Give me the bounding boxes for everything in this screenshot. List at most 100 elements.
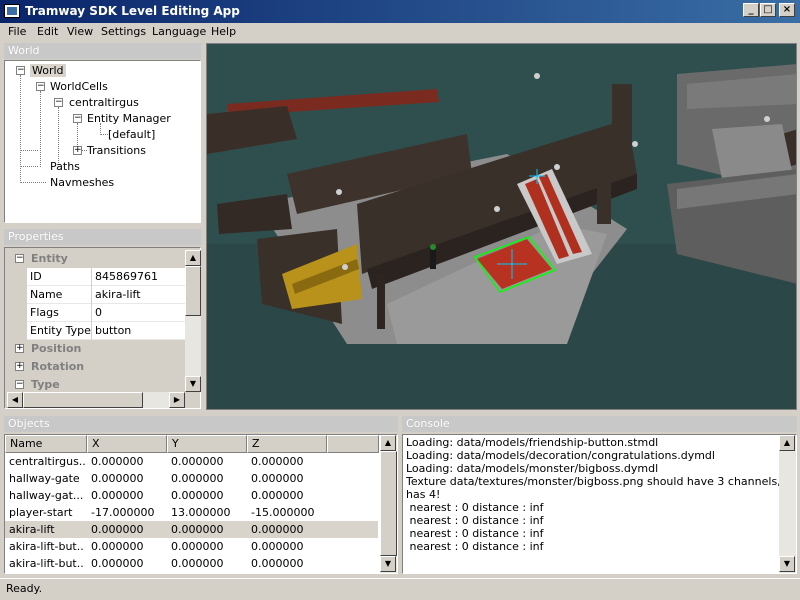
menu-settings[interactable]: Settings [101,25,146,38]
scroll-up-icon[interactable]: ▲ [185,250,201,266]
scroll-up-icon[interactable]: ▲ [380,435,396,451]
menu-help[interactable]: Help [211,25,236,38]
scroll-down-icon[interactable]: ▼ [185,376,201,392]
table-row[interactable]: akira-lift-but... 0.000000 0.000000 0.00000… [5,538,378,555]
menu-view[interactable]: View [67,25,93,38]
col-header-y[interactable]: Y [167,435,247,453]
world-tree[interactable]: − World − WorldCells − centraltirgus − E… [4,60,201,223]
tree-node-worldcells[interactable]: WorldCells [50,80,108,93]
console-panel-title: Console [402,416,797,432]
entity-manager-collapse-icon[interactable]: − [73,114,82,123]
transitions-expand-icon[interactable]: + [73,146,82,155]
prop-group-rotation[interactable]: + Rotation [13,358,189,376]
type-collapse-icon[interactable]: − [15,380,24,389]
maximize-icon: □ [763,4,773,15]
menu-bar: File Edit View Settings Language Help [0,23,800,41]
table-cell: 0.000000 [251,523,304,536]
console-output[interactable]: Loading: data/models/friendship-button.s… [402,434,797,574]
status-bar: Ready. [0,578,800,600]
worldcells-collapse-icon[interactable]: − [36,82,45,91]
close-button[interactable]: × [779,3,795,17]
console-line: nearest : 0 distance : inf [406,527,544,540]
tree-node-navmeshes[interactable]: Navmeshes [50,176,114,189]
entity-collapse-icon[interactable]: − [15,254,24,263]
table-cell: 0.000000 [171,472,224,485]
table-row[interactable]: akira-lift-but... 0.000000 0.000000 0.00000… [5,555,378,572]
app-icon[interactable] [4,4,20,18]
console-vscroll[interactable] [779,435,796,573]
title-bar: Tramway SDK Level Editing App _ □ × [0,0,800,23]
table-row[interactable]: akira-lift 0.000000 0.000000 0.000000 [5,521,378,538]
position-expand-icon[interactable]: + [15,344,24,353]
table-row[interactable]: hallway-gate 0.000000 0.000000 0.000000 [5,470,378,487]
prop-value[interactable]: 0 [95,306,102,319]
objects-vscroll-thumb[interactable] [380,451,397,556]
viewport-scene [207,44,796,409]
tree-node-paths[interactable]: Paths [50,160,80,173]
prop-row-entity-type[interactable]: Entity Type button [27,322,189,340]
console-line: nearest : 0 distance : inf [406,501,544,514]
table-row[interactable]: centraltirgus... 0.000000 0.000000 0.000000 [5,453,378,470]
prop-group-position[interactable]: + Position [13,340,189,358]
table-cell: akira-lift-but... [9,557,85,570]
prop-group-entity[interactable]: − Entity [13,250,189,268]
table-cell: akira-lift-but... [9,540,85,553]
prop-row-id[interactable]: ID 845869761 [27,268,189,286]
col-header-z[interactable]: Z [247,435,327,453]
scroll-up-icon[interactable]: ▲ [779,435,795,451]
minimize-button[interactable]: _ [743,3,759,17]
table-cell: -15.000000 [251,506,315,519]
close-icon: × [782,4,792,15]
objects-panel-title: Objects [4,416,398,432]
properties-vscroll-thumb[interactable] [185,266,201,316]
world-collapse-icon[interactable]: − [16,66,25,75]
tree-node-cell[interactable]: centraltirgus [69,96,139,109]
rotation-expand-icon[interactable]: + [15,362,24,371]
table-row[interactable]: player-start -17.000000 13.000000 -15.00000… [5,504,378,521]
objects-table[interactable]: Name X Y Z centraltirgus... 0.000000 0.000… [4,434,398,574]
prop-row-name[interactable]: Name akira-lift [27,286,189,304]
maximize-button[interactable]: □ [760,3,776,17]
prop-value[interactable]: 845869761 [95,270,158,283]
menu-file[interactable]: File [8,25,26,38]
col-header-name[interactable]: Name [5,435,87,453]
table-cell: 0.000000 [171,489,224,502]
console-line: nearest : 0 distance : inf [406,514,544,527]
scroll-down-icon[interactable]: ▼ [779,556,795,572]
table-row[interactable]: hallway-gat... 0.000000 0.000000 0.000000 [5,487,378,504]
menu-edit[interactable]: Edit [37,25,58,38]
prop-row-flags[interactable]: Flags 0 [27,304,189,322]
table-cell: 0.000000 [91,489,144,502]
menu-language[interactable]: Language [152,25,206,38]
3d-viewport[interactable] [206,43,797,410]
tree-node-default[interactable]: [default] [108,128,155,141]
prop-key: ID [30,270,42,283]
tree-node-transitions[interactable]: Transitions [87,144,146,157]
cell-collapse-icon[interactable]: − [54,98,63,107]
world-panel-title: World [4,43,201,59]
tree-node-world[interactable]: World [30,64,66,77]
table-cell: -17.000000 [91,506,155,519]
property-grid[interactable]: − Entity ID 845869761 Name akira-lift Fl… [4,247,201,409]
tree-node-entity-manager[interactable]: Entity Manager [87,112,171,125]
prop-group-type-label: Type [31,378,60,391]
console-line: nearest : 0 distance : inf [406,540,544,553]
prop-value[interactable]: akira-lift [95,288,141,301]
table-cell: hallway-gate [9,472,80,485]
scroll-right-icon[interactable]: ▶ [169,392,185,408]
table-cell: 0.000000 [91,472,144,485]
scroll-down-icon[interactable]: ▼ [380,556,396,572]
prop-group-position-label: Position [31,342,82,355]
table-cell: 0.000000 [251,489,304,502]
scroll-left-icon[interactable]: ◀ [7,392,23,408]
prop-value[interactable]: button [95,324,131,337]
table-cell: 0.000000 [91,557,144,570]
table-cell: centraltirgus... [9,455,85,468]
console-line: Texture data/textures/monster/bigboss.pn… [406,475,797,488]
col-header-x[interactable]: X [87,435,167,453]
prop-group-entity-label: Entity [31,252,68,265]
table-cell: 0.000000 [171,557,224,570]
col-header-filler [327,435,379,453]
table-cell: 0.000000 [91,523,144,536]
properties-hscroll-thumb[interactable] [23,392,143,408]
